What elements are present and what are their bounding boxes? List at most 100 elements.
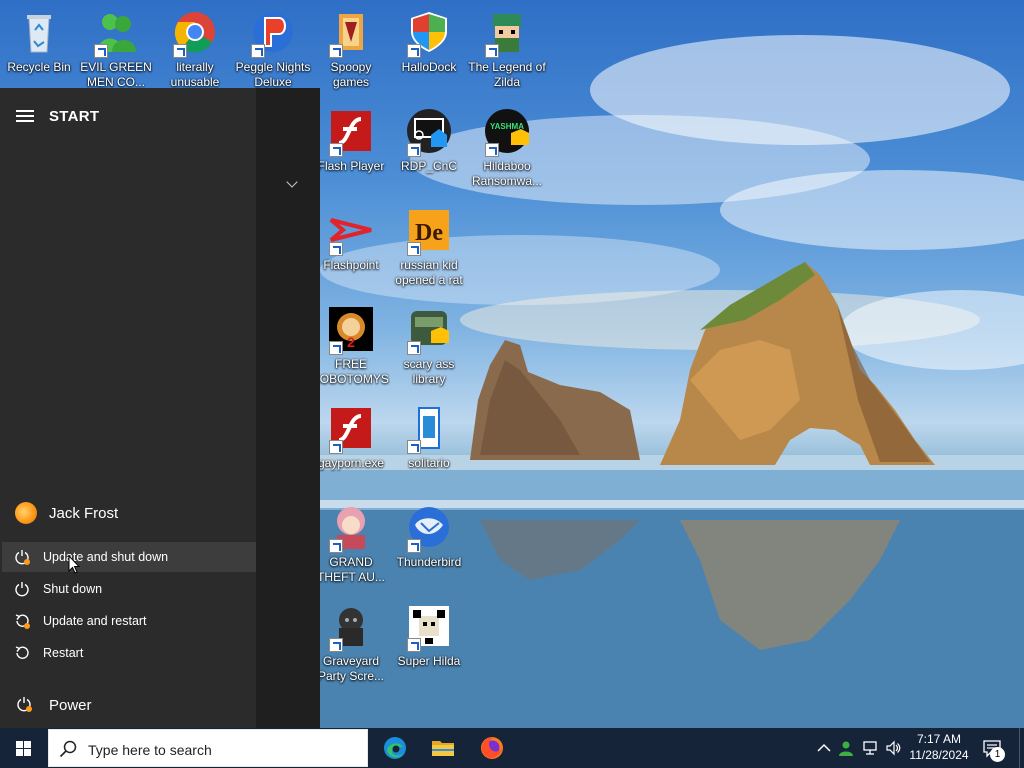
- shield-icon: [405, 8, 453, 58]
- graveyard-icon: [327, 602, 375, 652]
- desktop-icon-label: gayporn.exe: [317, 456, 385, 470]
- user-account-button[interactable]: Jack Frost: [0, 496, 256, 532]
- svg-text:YASHMA: YASHMA: [490, 122, 524, 131]
- lobotomy-icon: 2: [327, 305, 375, 355]
- power-option-label: Restart: [43, 646, 84, 660]
- desktop-icon-label: GRAND THEFT AU...: [317, 555, 385, 584]
- taskbar: Type here to search 7:17 AM 11/28/2024 1: [0, 728, 1024, 768]
- power-option-label: Update and shut down: [43, 550, 169, 564]
- desktop-icon[interactable]: GRAND THEFT AU...: [313, 497, 389, 593]
- desktop-icon[interactable]: RDP_CnC: [391, 101, 467, 197]
- shortcut-arrow-icon: [329, 242, 343, 256]
- power-button[interactable]: Power: [0, 688, 256, 722]
- search-icon: [59, 740, 77, 758]
- hamburger-menu-icon[interactable]: [16, 110, 34, 122]
- shortcut-arrow-icon: [329, 440, 343, 454]
- taskbar-app-firefox[interactable]: [468, 728, 516, 768]
- shortcut-arrow-icon: [329, 638, 343, 652]
- shortcut-arrow-icon: [407, 440, 421, 454]
- desktop-icon[interactable]: EVIL GREEN MEN CO...: [78, 2, 154, 98]
- shortcut-arrow-icon: [407, 341, 421, 355]
- flash-icon: [327, 107, 375, 157]
- shortcut-arrow-icon: [329, 539, 343, 553]
- windows-logo-icon: [16, 741, 32, 756]
- taskbar-app-edge[interactable]: [371, 728, 419, 768]
- folder-icon: [327, 8, 375, 58]
- green-men-icon: [92, 8, 140, 58]
- user-tray-icon[interactable]: [838, 740, 854, 756]
- update-and-shut-down-button[interactable]: Update and shut down: [2, 542, 256, 572]
- power-label: Power: [49, 697, 92, 714]
- library-icon: [405, 305, 453, 355]
- desktop-icon-label: Flash Player: [317, 159, 385, 173]
- desktop-icon[interactable]: Spoopy games: [313, 2, 389, 98]
- desktop-icon[interactable]: scary ass library: [391, 299, 467, 395]
- desktop-icon[interactable]: The Legend of Zilda: [468, 2, 546, 98]
- desktop-icon-label: scary ass library: [403, 357, 455, 386]
- taskbar-clock[interactable]: 7:17 AM 11/28/2024: [904, 731, 974, 763]
- start-menu-title: START: [49, 108, 100, 125]
- volume-icon[interactable]: [885, 740, 901, 756]
- desktop-icon-label: FREE LOBOTOMYS: [313, 357, 389, 386]
- desktop-icon-label: solitario: [408, 456, 450, 470]
- power-update-icon: [16, 696, 32, 717]
- desktop-icon-label: Graveyard Party Scre...: [317, 654, 385, 683]
- network-icon[interactable]: [862, 740, 878, 756]
- thunderbird-icon: [405, 503, 453, 553]
- dog-pixel-icon: [405, 602, 453, 652]
- shortcut-arrow-icon: [173, 44, 187, 58]
- desktop-icon[interactable]: Super Hilda: [391, 596, 467, 692]
- desktop-icon-label: Peggle Nights Deluxe: [235, 60, 311, 89]
- recycle-bin-icon: [15, 8, 63, 56]
- desktop-icon[interactable]: Graveyard Party Scre...: [313, 596, 389, 692]
- flashpoint-icon: [327, 206, 375, 256]
- notification-badge: 1: [990, 747, 1005, 762]
- desktop-icon[interactable]: gayporn.exe: [313, 398, 389, 494]
- shut-down-button[interactable]: Shut down: [2, 574, 256, 604]
- desktop-icon[interactable]: HalloDock: [391, 2, 467, 98]
- desktop-icon[interactable]: De russian kid opened a rat: [391, 200, 467, 296]
- shortcut-arrow-icon: [329, 143, 343, 157]
- search-input[interactable]: Type here to search: [48, 729, 368, 767]
- anime-girl-icon: [327, 503, 375, 553]
- chrome-icon: [171, 8, 219, 58]
- svg-text:2: 2: [347, 334, 355, 350]
- chevron-up-icon[interactable]: [816, 740, 832, 756]
- shortcut-arrow-icon: [94, 44, 108, 58]
- desktop-icon[interactable]: 2 FREE LOBOTOMYS: [313, 299, 389, 395]
- update-and-restart-button[interactable]: Update and restart: [2, 606, 256, 636]
- desktop-icon-label: russian kid opened a rat: [395, 258, 463, 287]
- desktop-icon[interactable]: Flashpoint: [313, 200, 389, 296]
- peggle-icon: [249, 8, 297, 58]
- solitaire-icon: [405, 404, 453, 454]
- desktop-icon[interactable]: Recycle Bin: [1, 2, 77, 98]
- mouse-cursor-icon: [68, 555, 80, 574]
- desktop-icon[interactable]: Peggle Nights Deluxe: [235, 2, 311, 98]
- desktop-icon[interactable]: YASHMA Hildaboo Ransomwa...: [469, 101, 545, 197]
- desktop-icon[interactable]: solitario: [391, 398, 467, 494]
- taskbar-app-file-explorer[interactable]: [419, 728, 467, 768]
- power-update-icon: [14, 549, 30, 565]
- search-placeholder: Type here to search: [88, 742, 212, 758]
- desktop-icon[interactable]: Flash Player: [313, 101, 389, 197]
- chevron-down-icon[interactable]: [286, 176, 298, 188]
- shortcut-arrow-icon: [251, 44, 265, 58]
- clock-date: 11/28/2024: [909, 748, 969, 762]
- desktop-icon[interactable]: Thunderbird: [391, 497, 467, 593]
- desktop-icon-label: Recycle Bin: [7, 60, 71, 74]
- shortcut-arrow-icon: [485, 44, 499, 58]
- user-name: Jack Frost: [49, 505, 119, 522]
- start-button[interactable]: [0, 728, 48, 768]
- start-menu: START Jack Frost Update and shut down Sh…: [0, 88, 320, 728]
- power-options-flyout: Update and shut down Shut down Update an…: [0, 540, 256, 674]
- restart-update-icon: [14, 613, 30, 629]
- restart-button[interactable]: Restart: [2, 638, 256, 668]
- desktop-icon-label: Spoopy games: [330, 60, 372, 89]
- flash-icon: [327, 404, 375, 454]
- de-icon: De: [405, 206, 453, 256]
- desktop-icon-label: RDP_CnC: [400, 159, 457, 173]
- shortcut-arrow-icon: [485, 143, 499, 157]
- power-option-label: Shut down: [43, 582, 103, 596]
- desktop-icon[interactable]: literally unusable: [157, 2, 233, 98]
- show-desktop-button[interactable]: [1019, 728, 1024, 768]
